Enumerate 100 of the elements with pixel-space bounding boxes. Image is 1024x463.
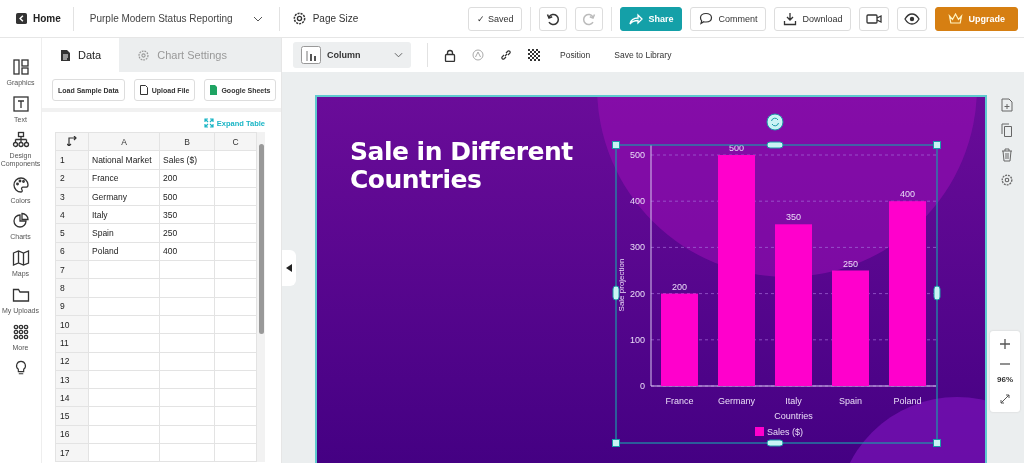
- table-cell[interactable]: [159, 315, 215, 334]
- position-button[interactable]: Position: [556, 48, 595, 62]
- table-cell[interactable]: France: [88, 169, 160, 188]
- table-cell[interactable]: 400: [159, 242, 215, 261]
- table-cell[interactable]: [214, 205, 257, 224]
- table-cell[interactable]: 350: [159, 205, 215, 224]
- table-cell[interactable]: [88, 370, 160, 389]
- table-cell[interactable]: [159, 406, 215, 426]
- save-to-library-button[interactable]: Save to Library: [610, 48, 676, 62]
- table-cell[interactable]: [88, 297, 160, 316]
- table-cell[interactable]: [159, 260, 215, 279]
- document-title-dropdown[interactable]: Purple Modern Status Reporting: [85, 11, 267, 26]
- table-cell[interactable]: [88, 278, 160, 298]
- file-icon: [139, 85, 148, 95]
- table-cell[interactable]: [88, 443, 160, 462]
- table-cell[interactable]: National Market: [88, 150, 160, 170]
- table-cell[interactable]: [214, 260, 257, 279]
- column-header: C: [214, 132, 257, 151]
- preview-button[interactable]: [897, 6, 928, 31]
- table-cell[interactable]: 500: [159, 187, 215, 206]
- redo-button[interactable]: [575, 6, 604, 31]
- table-cell[interactable]: [88, 315, 160, 334]
- table-cell[interactable]: [214, 187, 257, 206]
- add-page-icon[interactable]: [1001, 98, 1013, 112]
- trash-icon[interactable]: [1001, 148, 1013, 162]
- download-button[interactable]: Download: [774, 6, 852, 31]
- table-cell[interactable]: [159, 443, 215, 462]
- chart-type-dropdown[interactable]: Column: [293, 42, 411, 68]
- x-tick-label: Germany: [718, 396, 755, 406]
- table-cell[interactable]: [214, 443, 257, 462]
- link-icon[interactable]: [500, 49, 512, 61]
- table-cell[interactable]: [159, 425, 215, 444]
- table-cell[interactable]: [214, 278, 257, 298]
- table-cell[interactable]: [214, 425, 257, 444]
- home-button[interactable]: Home: [12, 11, 65, 26]
- text-box-icon: [11, 94, 30, 113]
- copy-icon[interactable]: [1001, 123, 1013, 137]
- table-cell[interactable]: [88, 388, 160, 407]
- circle-icon[interactable]: [472, 49, 484, 61]
- table-cell[interactable]: [159, 297, 215, 316]
- y-tick-label: 300: [629, 242, 645, 253]
- settings-icon[interactable]: [1000, 173, 1014, 187]
- table-cell[interactable]: Sales ($): [159, 150, 215, 170]
- scrollbar-thumb[interactable]: [258, 144, 264, 334]
- undo-button[interactable]: [539, 6, 568, 31]
- bar-value-label: 200: [672, 281, 687, 292]
- transpose-arrow-icon[interactable]: [67, 135, 77, 146]
- table-cell[interactable]: Poland: [88, 242, 160, 261]
- table-cell[interactable]: [88, 352, 160, 371]
- bar[interactable]: [832, 270, 869, 386]
- share-arrow-icon: [629, 12, 644, 25]
- table-cell[interactable]: [88, 333, 160, 353]
- bar[interactable]: [661, 293, 698, 386]
- saved-button[interactable]: ✓ Saved: [468, 6, 523, 31]
- table-cell[interactable]: [214, 333, 257, 353]
- pie-chart-icon: [11, 212, 30, 231]
- table-cell[interactable]: [214, 315, 257, 334]
- table-cell[interactable]: [159, 352, 215, 371]
- bar-value-label: 500: [729, 143, 744, 153]
- table-cell[interactable]: Italy: [88, 205, 160, 224]
- table-cell[interactable]: Spain: [88, 224, 160, 243]
- triangle-left-icon: [286, 264, 292, 272]
- x-axis-title: Countries: [774, 411, 813, 421]
- collapse-panel-handle[interactable]: [282, 250, 296, 286]
- checkerboard-icon[interactable]: [528, 49, 540, 61]
- selection-frame[interactable]: [612, 141, 941, 447]
- table-cell[interactable]: [214, 370, 257, 389]
- table-cell[interactable]: [88, 406, 160, 426]
- document-icon: [60, 48, 71, 62]
- table-cell[interactable]: [214, 242, 257, 261]
- video-button[interactable]: [859, 6, 890, 31]
- table-cell[interactable]: [159, 333, 215, 353]
- bar[interactable]: [889, 201, 926, 386]
- table-cell[interactable]: 200: [159, 169, 215, 188]
- bar-value-label: 400: [900, 189, 915, 200]
- lock-icon[interactable]: [444, 48, 456, 62]
- table-cell[interactable]: [214, 406, 257, 426]
- chevron-down-icon: [394, 52, 403, 58]
- table-cell[interactable]: [214, 169, 257, 188]
- panel-tab[interactable]: Data: [42, 38, 120, 72]
- table-cell[interactable]: [214, 224, 257, 243]
- table-cell[interactable]: [214, 388, 257, 407]
- comment-button[interactable]: Comment: [690, 6, 767, 31]
- table-cell[interactable]: Germany: [88, 187, 160, 206]
- table-cell[interactable]: [214, 297, 257, 316]
- rotate-handle-icon[interactable]: [766, 113, 784, 131]
- table-cell[interactable]: [159, 278, 215, 298]
- speech-bubble-icon: [699, 12, 714, 25]
- table-cell[interactable]: [214, 150, 257, 170]
- page-size-button[interactable]: Page Size: [287, 9, 363, 28]
- table-cell[interactable]: [88, 425, 160, 444]
- table-cell[interactable]: 250: [159, 224, 215, 243]
- table-cell[interactable]: [159, 370, 215, 389]
- diagonal-arrow-icon: [1000, 394, 1010, 404]
- crown-icon: [948, 12, 964, 25]
- table-cell[interactable]: [214, 352, 257, 371]
- column-header: A: [88, 132, 160, 151]
- table-cell[interactable]: [88, 260, 160, 279]
- minus-icon: [1000, 363, 1010, 365]
- table-cell[interactable]: [159, 388, 215, 407]
